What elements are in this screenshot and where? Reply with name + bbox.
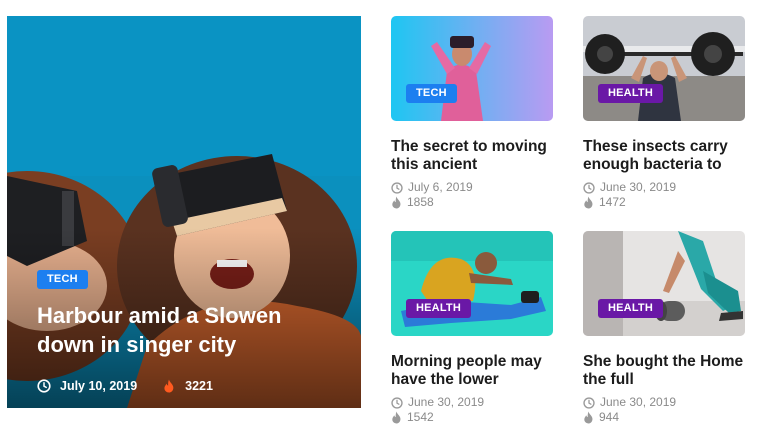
flame-icon [392, 411, 401, 424]
post-views: 3221 [185, 379, 213, 393]
featured-meta: July 10, 2019 3221 [37, 379, 213, 393]
category-badge[interactable]: HEALTH [598, 299, 663, 318]
flame-icon [584, 411, 593, 424]
clock-icon [391, 181, 403, 194]
views-item: 3221 [163, 379, 213, 393]
views-item: 1472 [583, 195, 626, 210]
post-views: 944 [599, 410, 620, 424]
post-image [583, 231, 745, 336]
post-views: 1542 [407, 410, 434, 424]
category-badge[interactable]: HEALTH [406, 299, 471, 318]
views-item: 1858 [391, 195, 434, 210]
post-meta: June 30, 2019 1472 [583, 180, 733, 210]
featured-title[interactable]: Harbour amid a Slowen down in singer cit… [37, 301, 337, 359]
featured-post[interactable]: TECH Harbour amid a Slowen down in singe… [7, 16, 361, 408]
clock-icon [391, 396, 403, 409]
date-item: June 30, 2019 [583, 180, 676, 195]
post-thumbnail[interactable]: HEALTH [583, 16, 745, 121]
post-meta: June 30, 2019 944 [583, 395, 733, 425]
post-title[interactable]: Morning people may have the lower [391, 353, 553, 389]
post-card[interactable]: HEALTH Morning people may have the lower… [391, 231, 553, 425]
post-views: 1472 [599, 195, 626, 209]
date-item: June 30, 2019 [391, 395, 484, 410]
post-image [391, 231, 553, 336]
date-item: June 30, 2019 [583, 395, 676, 410]
post-meta: July 6, 2019 1858 [391, 180, 541, 210]
post-title[interactable]: She bought the Home the full [583, 353, 745, 389]
clock-icon [583, 181, 595, 194]
post-card[interactable]: TECH The secret to moving this ancient J… [391, 16, 553, 210]
post-thumbnail[interactable]: HEALTH [391, 231, 553, 336]
post-meta: June 30, 2019 1542 [391, 395, 541, 425]
date-item: July 10, 2019 [37, 379, 137, 393]
post-views: 1858 [407, 195, 434, 209]
flame-icon [392, 196, 401, 209]
post-date: July 10, 2019 [60, 379, 138, 393]
post-thumbnail[interactable]: TECH [391, 16, 553, 121]
clock-icon [37, 379, 51, 393]
post-date: July 6, 2019 [408, 180, 473, 194]
date-item: July 6, 2019 [391, 180, 473, 195]
post-card[interactable]: HEALTH She bought the Home the full June… [583, 231, 745, 425]
post-title[interactable]: These insects carry enough bacteria to [583, 138, 745, 174]
category-badge[interactable]: TECH [37, 270, 88, 289]
flame-icon [584, 196, 593, 209]
views-item: 1542 [391, 410, 434, 425]
post-image [583, 16, 745, 121]
post-date: June 30, 2019 [600, 180, 677, 194]
flame-icon [164, 379, 174, 393]
category-badge[interactable]: HEALTH [598, 84, 663, 103]
post-image [391, 16, 553, 121]
clock-icon [583, 396, 595, 409]
post-date: June 30, 2019 [408, 395, 485, 409]
post-title[interactable]: The secret to moving this ancient [391, 138, 553, 174]
category-badge[interactable]: TECH [406, 84, 457, 103]
post-card[interactable]: HEALTH These insects carry enough bacter… [583, 16, 745, 210]
views-item: 944 [583, 410, 619, 425]
post-date: June 30, 2019 [600, 395, 677, 409]
post-thumbnail[interactable]: HEALTH [583, 231, 745, 336]
